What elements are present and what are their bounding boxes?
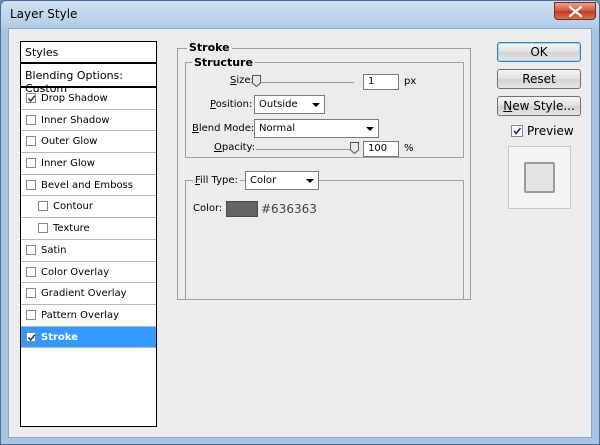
style-item-label: Outer Glow <box>41 136 98 148</box>
fill-type-select[interactable]: Color <box>245 171 319 190</box>
opacity-slider-thumb[interactable] <box>349 142 359 154</box>
blending-options-item[interactable]: Blending Options: Custom <box>21 64 156 95</box>
style-item-label: Gradient Overlay <box>41 288 127 300</box>
size-slider-thumb[interactable] <box>252 75 262 87</box>
style-item-label: Texture <box>53 223 90 235</box>
style-item-checkbox[interactable] <box>26 266 36 277</box>
color-hex: #636363 <box>261 202 317 216</box>
blend-mode-label: Blend Mode: <box>192 123 255 134</box>
color-swatch[interactable] <box>226 201 258 217</box>
style-item-label: Drop Shadow <box>41 93 108 104</box>
style-item-inner-shadow[interactable]: Inner Shadow <box>21 110 156 132</box>
color-label: Color: <box>193 203 223 214</box>
style-item-checkbox[interactable] <box>26 244 36 255</box>
style-item-checkbox[interactable] <box>26 136 36 147</box>
dialog-client-area: Styles Blending Options: Custom Drop Sha… <box>8 28 592 438</box>
style-item-checkbox[interactable] <box>26 158 36 169</box>
style-item-contour[interactable]: Contour <box>21 196 156 219</box>
style-item-label: Pattern Overlay <box>41 309 120 321</box>
style-item-gradient-overlay[interactable]: Gradient Overlay <box>21 283 156 305</box>
size-unit: px <box>404 76 417 87</box>
position-value: Outside <box>259 99 298 110</box>
structure-title: Structure <box>192 56 255 69</box>
chevron-down-icon <box>366 127 374 131</box>
blend-mode-value: Normal <box>259 123 296 134</box>
style-item-checkbox[interactable] <box>38 201 48 212</box>
window-title: Layer Style <box>10 7 78 21</box>
ok-button[interactable]: OK <box>497 42 581 62</box>
size-label: Size: <box>230 75 254 86</box>
style-item-checkbox[interactable] <box>26 331 36 342</box>
chevron-down-icon <box>312 103 320 107</box>
style-item-outer-glow[interactable]: Outer Glow <box>21 131 156 154</box>
close-icon <box>569 6 582 17</box>
style-item-checkbox[interactable] <box>26 288 36 299</box>
fill-type-label: Fill Type: <box>193 175 240 186</box>
style-item-label: Inner Glow <box>41 158 95 170</box>
style-preview-thumbnail <box>524 162 555 193</box>
style-preview <box>508 146 571 209</box>
style-item-checkbox[interactable] <box>26 179 36 190</box>
opacity-slider[interactable] <box>256 149 354 150</box>
style-item-pattern-overlay[interactable]: Pattern Overlay <box>21 305 156 327</box>
styles-list: Styles Blending Options: Custom Drop Sha… <box>20 41 157 427</box>
preview-label: Preview <box>527 124 574 138</box>
style-item-checkbox[interactable] <box>26 93 36 103</box>
size-input[interactable]: 1 <box>363 74 399 90</box>
position-label: Position: <box>210 99 253 110</box>
opacity-unit: % <box>404 143 414 154</box>
style-item-label: Color Overlay <box>41 266 110 278</box>
chevron-down-icon <box>306 179 314 183</box>
reset-button[interactable]: Reset <box>497 69 581 89</box>
close-button[interactable] <box>554 2 596 20</box>
position-select[interactable]: Outside <box>254 95 325 114</box>
title-bar[interactable]: Layer Style <box>1 1 599 27</box>
stroke-group-title: Stroke <box>187 41 232 54</box>
fill-type-frame <box>185 180 464 300</box>
style-item-color-overlay[interactable]: Color Overlay <box>21 262 156 284</box>
style-item-satin[interactable]: Satin <box>21 240 156 262</box>
styles-header[interactable]: Styles <box>21 42 156 64</box>
style-item-bevel-and-emboss[interactable]: Bevel and Emboss <box>21 175 156 197</box>
style-item-checkbox[interactable] <box>26 309 36 320</box>
styles-items: Drop Shadow Inner Shadow Outer Glow Inner G… <box>21 88 156 349</box>
style-item-inner-glow[interactable]: Inner Glow <box>21 153 156 175</box>
style-item-label: Contour <box>53 201 93 213</box>
style-item-checkbox[interactable] <box>26 114 36 125</box>
preview-checkbox[interactable] <box>511 125 523 137</box>
fill-type-value: Color <box>250 175 277 186</box>
opacity-label: Opacity: <box>214 142 256 153</box>
style-item-drop-shadow[interactable]: Drop Shadow <box>21 88 156 110</box>
layer-style-window: Layer Style Styles Blending Options: Cus… <box>0 0 600 445</box>
style-item-label: Satin <box>41 244 67 256</box>
checkmark-icon <box>27 95 36 103</box>
new-style-button[interactable]: New Style... <box>497 96 581 116</box>
blend-mode-select[interactable]: Normal <box>254 119 379 138</box>
style-item-checkbox[interactable] <box>38 223 48 234</box>
style-item-label: Stroke <box>41 331 78 343</box>
checkmark-icon <box>27 333 36 341</box>
size-slider[interactable] <box>256 82 354 83</box>
checkmark-icon <box>513 127 522 135</box>
style-item-stroke[interactable]: Stroke <box>21 326 156 349</box>
style-item-label: Inner Shadow <box>41 114 110 126</box>
opacity-input[interactable]: 100 <box>363 141 399 157</box>
style-item-texture[interactable]: Texture <box>21 218 156 240</box>
style-item-label: Bevel and Emboss <box>41 179 133 191</box>
